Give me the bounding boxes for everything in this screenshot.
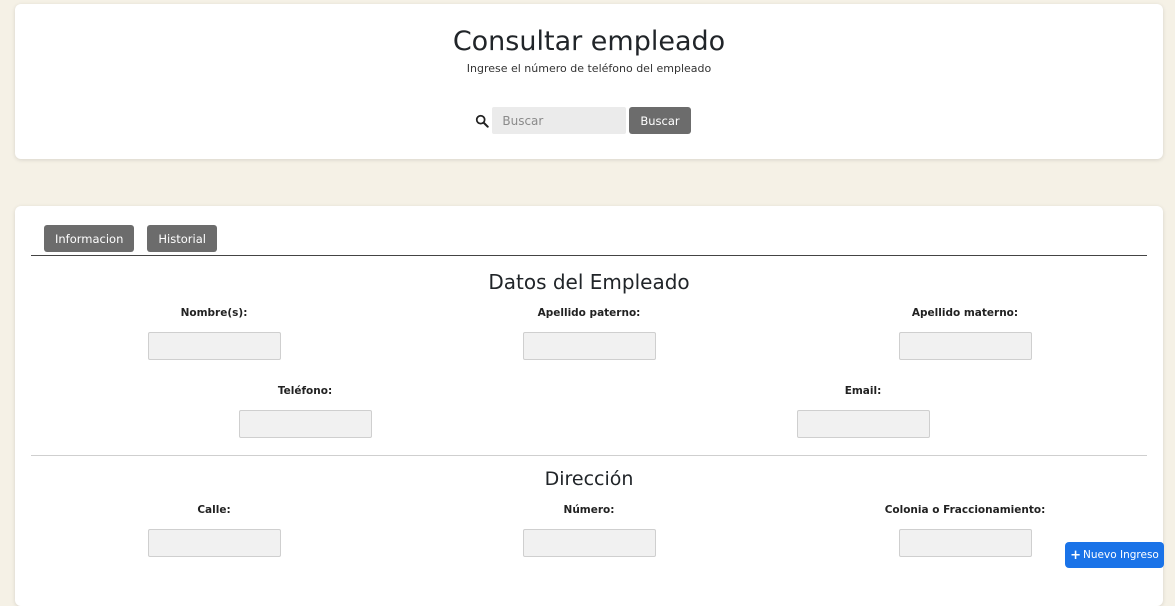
search-icon bbox=[476, 114, 490, 128]
numero-label: Número: bbox=[563, 504, 615, 516]
page-title: Consultar empleado bbox=[452, 26, 726, 57]
tab-bar: Informacion Historial bbox=[44, 225, 230, 252]
colonia-label: Colonia o Fraccionamiento: bbox=[884, 504, 1046, 516]
employee-section-title: Datos del Empleado bbox=[488, 270, 690, 294]
apellido-paterno-label: Apellido paterno: bbox=[537, 307, 641, 319]
search-card: Consultar empleado Ingrese el número de … bbox=[15, 4, 1163, 159]
calle-label: Calle: bbox=[197, 504, 231, 516]
nombre-input[interactable] bbox=[147, 332, 281, 360]
nombre-field: Nombre(s): bbox=[134, 307, 294, 360]
tabs-divider bbox=[31, 255, 1147, 256]
tab-historial[interactable]: Historial bbox=[147, 225, 217, 252]
address-section-title: Dirección bbox=[544, 468, 634, 490]
employee-card: Informacion Historial Datos del Empleado… bbox=[15, 206, 1163, 606]
address-divider bbox=[31, 455, 1147, 456]
email-input[interactable] bbox=[796, 410, 930, 438]
apellido-paterno-input[interactable] bbox=[522, 332, 656, 360]
numero-input[interactable] bbox=[522, 529, 656, 557]
nuevo-ingreso-button[interactable]: + Nuevo Ingreso bbox=[1065, 542, 1164, 568]
email-field: Email: bbox=[783, 385, 943, 438]
page-subtitle: Ingrese el número de teléfono del emplea… bbox=[466, 62, 712, 75]
email-label: Email: bbox=[844, 385, 882, 397]
nuevo-ingreso-label: Nuevo Ingreso bbox=[1083, 549, 1159, 561]
search-input[interactable] bbox=[492, 107, 627, 134]
telefono-label: Teléfono: bbox=[277, 385, 333, 397]
apellido-materno-label: Apellido materno: bbox=[911, 307, 1019, 319]
nombre-label: Nombre(s): bbox=[180, 307, 248, 319]
plus-icon: + bbox=[1070, 547, 1082, 563]
colonia-field: Colonia o Fraccionamiento: bbox=[875, 504, 1055, 557]
apellido-paterno-field: Apellido paterno: bbox=[509, 307, 669, 360]
apellido-materno-field: Apellido materno: bbox=[885, 307, 1045, 360]
calle-input[interactable] bbox=[147, 529, 281, 557]
search-bar: Buscar bbox=[15, 107, 1163, 134]
telefono-input[interactable] bbox=[238, 410, 372, 438]
numero-field: Número: bbox=[509, 504, 669, 557]
search-button[interactable]: Buscar bbox=[629, 107, 691, 134]
calle-field: Calle: bbox=[134, 504, 294, 557]
apellido-materno-input[interactable] bbox=[898, 332, 1032, 360]
telefono-field: Teléfono: bbox=[225, 385, 385, 438]
tab-informacion[interactable]: Informacion bbox=[44, 225, 135, 252]
colonia-input[interactable] bbox=[898, 529, 1032, 557]
